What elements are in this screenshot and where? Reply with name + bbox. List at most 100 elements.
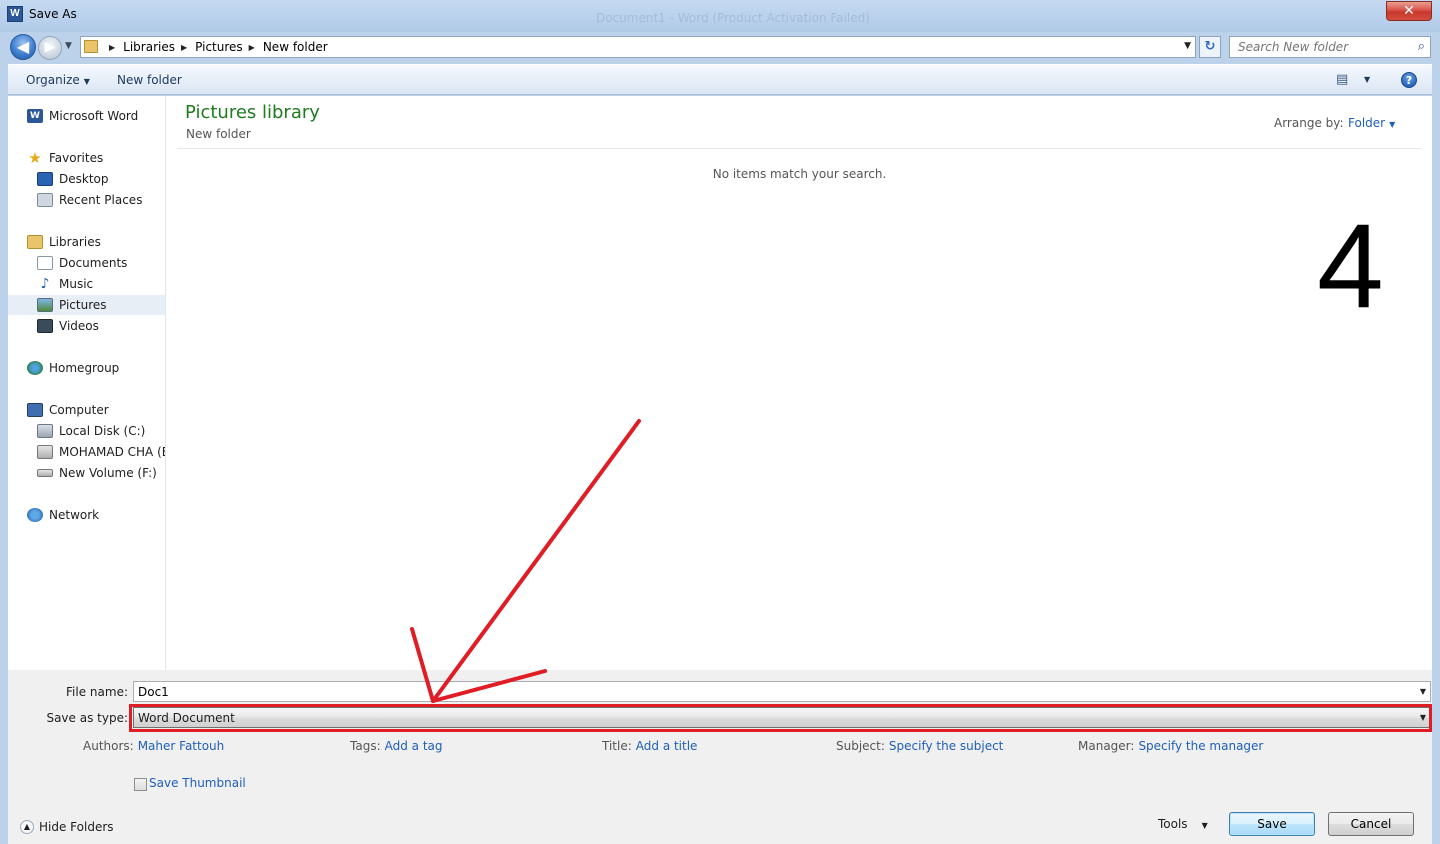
navigation-pane: W Microsoft Word ★ Favorites Desktop Recen… [8, 96, 166, 670]
sidebar-item-label: Libraries [49, 235, 101, 249]
sidebar-item-music[interactable]: ♪ Music [8, 274, 165, 294]
title-bar: W Save As Document1 - Word (Product Acti… [0, 0, 1440, 32]
sidebar-item-local-disk-c[interactable]: Local Disk (C:) [8, 421, 165, 441]
subject-value[interactable]: Specify the subject [889, 739, 1003, 753]
file-list-pane[interactable]: Pictures library New folder Arrange by: … [167, 96, 1432, 670]
sidebar-item-label: Documents [59, 256, 128, 270]
arrange-by-dropdown[interactable]: Folder ▼ [1348, 116, 1395, 130]
breadcrumb-libraries[interactable]: Libraries [123, 40, 175, 54]
new-folder-button[interactable]: New folder [117, 73, 182, 87]
word-app-icon: W [7, 6, 23, 22]
back-button[interactable]: ◀ [10, 34, 36, 60]
sidebar-item-label: Network [49, 508, 100, 522]
manager-value[interactable]: Specify the manager [1138, 739, 1263, 753]
file-name-input[interactable] [134, 682, 1404, 701]
search-icon[interactable]: ⌕ [1418, 39, 1425, 54]
sidebar-item-label: Microsoft Word [49, 109, 139, 123]
organize-button[interactable]: Organize ▼ [26, 73, 90, 87]
drive-icon [37, 469, 53, 477]
authors-meta: Authors: Maher Fattouh [83, 739, 224, 753]
sidebar-item-recent-places[interactable]: Recent Places [8, 190, 165, 210]
help-button[interactable]: ? [1401, 72, 1417, 88]
sidebar-item-label: Music [59, 277, 94, 291]
libraries-icon [27, 235, 43, 249]
tags-meta: Tags: Add a tag [350, 739, 443, 753]
view-dropdown-icon[interactable]: ▼ [1364, 75, 1370, 84]
documents-icon [37, 256, 53, 270]
history-dropdown-icon[interactable]: ▼ [65, 41, 72, 51]
breadcrumb-chevron-icon[interactable]: ▶ [109, 43, 115, 52]
sidebar-item-favorites[interactable]: ★ Favorites [8, 148, 165, 168]
breadcrumb-chevron-icon[interactable]: ▶ [181, 43, 187, 52]
arrange-by-label: Arrange by: [1274, 116, 1344, 130]
homegroup-icon [27, 361, 43, 375]
star-icon: ★ [28, 149, 42, 167]
tags-value[interactable]: Add a tag [385, 739, 443, 753]
step-number-annotation: 4 [1317, 199, 1384, 333]
music-icon: ♪ [40, 276, 50, 292]
search-input[interactable] [1230, 37, 1410, 57]
breadcrumb: ▶ Libraries ▶ Pictures ▶ New folder [103, 40, 328, 54]
file-name-label: File name: [66, 685, 128, 699]
manager-label: Manager: [1078, 739, 1135, 753]
sidebar-item-label: Local Disk (C:) [59, 424, 146, 438]
forward-button[interactable]: ▶ [38, 36, 62, 60]
sidebar-item-homegroup[interactable]: Homegroup [8, 358, 165, 378]
breadcrumb-chevron-icon[interactable]: ▶ [249, 43, 255, 52]
main-area: W Microsoft Word ★ Favorites Desktop Recen… [8, 96, 1432, 670]
save-thumbnail-checkbox[interactable] [134, 778, 147, 791]
sidebar-item-label: Videos [59, 319, 99, 333]
tags-label: Tags: [350, 739, 381, 753]
hide-folders-button[interactable]: ▲ Hide Folders [20, 820, 114, 834]
authors-value[interactable]: Maher Fattouh [138, 739, 225, 753]
chevron-down-icon: ▼ [1419, 713, 1426, 722]
save-as-type-select[interactable]: Word Document ▼ [133, 707, 1431, 728]
sidebar-item-label: Desktop [59, 172, 109, 186]
sidebar-item-mohamad-cha[interactable]: MOHAMAD CHA (E [8, 442, 165, 462]
subject-label: Subject: [836, 739, 885, 753]
chevron-down-icon[interactable]: ▼ [1420, 687, 1426, 696]
authors-label: Authors: [83, 739, 134, 753]
divider [177, 148, 1421, 149]
file-name-field[interactable]: ▼ [133, 681, 1431, 702]
sidebar-item-pictures[interactable]: Pictures [8, 295, 165, 315]
help-icon: ? [1405, 74, 1413, 87]
desktop-icon [37, 172, 53, 186]
sidebar-item-desktop[interactable]: Desktop [8, 169, 165, 189]
sidebar-item-documents[interactable]: Documents [8, 253, 165, 273]
close-icon: ✕ [1403, 3, 1415, 19]
refresh-button[interactable]: ↻ [1199, 36, 1221, 58]
save-options-panel: File name: ▼ Save as type: Word Document… [8, 670, 1432, 844]
sidebar-item-label: Recent Places [59, 193, 143, 207]
save-button[interactable]: Save [1229, 812, 1315, 836]
refresh-icon: ↻ [1204, 39, 1216, 54]
address-bar[interactable]: ▶ Libraries ▶ Pictures ▶ New folder ▼ [80, 36, 1196, 58]
search-box[interactable]: ⌕ [1229, 36, 1431, 58]
breadcrumb-new-folder[interactable]: New folder [263, 40, 328, 54]
sidebar-item-libraries[interactable]: Libraries [8, 232, 165, 252]
empty-message: No items match your search. [712, 167, 887, 181]
cancel-button[interactable]: Cancel [1328, 812, 1414, 836]
organize-label: Organize [26, 73, 80, 87]
sidebar-item-network[interactable]: Network [8, 505, 165, 525]
chevron-down-icon: ▼ [83, 77, 90, 86]
close-button[interactable]: ✕ [1386, 1, 1432, 21]
change-view-icon[interactable]: ▤ [1336, 72, 1348, 87]
sidebar-item-label: Favorites [49, 151, 104, 165]
chevron-down-icon: ▼ [1389, 120, 1396, 129]
background-window-title: Document1 - Word (Product Activation Fai… [596, 11, 870, 25]
sidebar-item-new-volume-f[interactable]: New Volume (F:) [8, 463, 165, 483]
sidebar-item-label: Pictures [59, 298, 107, 312]
sidebar-item-microsoft-word[interactable]: W Microsoft Word [8, 106, 165, 126]
sidebar-item-computer[interactable]: Computer [8, 400, 165, 420]
sidebar-item-videos[interactable]: Videos [8, 316, 165, 336]
save-as-type-value: Word Document [138, 711, 235, 725]
manager-meta: Manager: Specify the manager [1078, 739, 1263, 753]
tools-dropdown[interactable]: Tools ▼ [1158, 817, 1208, 831]
title-value[interactable]: Add a title [636, 739, 698, 753]
breadcrumb-pictures[interactable]: Pictures [195, 40, 243, 54]
save-thumbnail-label[interactable]: Save Thumbnail [149, 776, 246, 790]
address-dropdown-icon[interactable]: ▼ [1184, 41, 1191, 51]
computer-icon [27, 403, 43, 417]
recent-places-icon [37, 193, 53, 207]
